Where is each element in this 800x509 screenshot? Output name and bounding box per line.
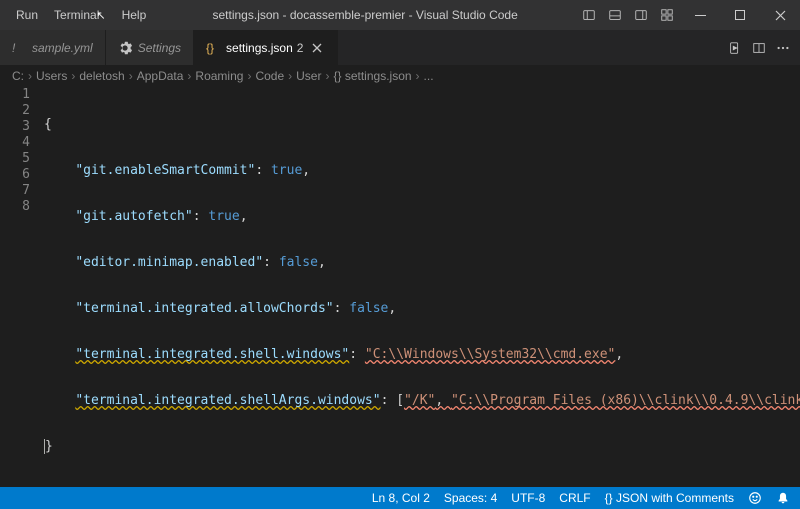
line-number-gutter: 1 2 3 4 5 6 7 8 (0, 87, 44, 487)
json-key: "terminal.integrated.shellArgs.windows" (75, 393, 380, 408)
window-maximize-button[interactable] (720, 0, 760, 30)
statusbar: Ln 8, Col 2 Spaces: 4 UTF-8 CRLF {} JSON… (0, 487, 800, 509)
menu-terminal-label: Terminal (54, 8, 99, 22)
menu-terminal[interactable]: Terminal↖ (46, 4, 114, 26)
layout-panel-right-icon[interactable] (628, 0, 654, 30)
line-number: 3 (0, 119, 30, 135)
status-encoding[interactable]: UTF-8 (504, 487, 552, 509)
line-number: 4 (0, 135, 30, 151)
chevron-right-icon: › (187, 69, 191, 83)
breadcrumb-item[interactable]: AppData (137, 69, 184, 83)
breadcrumb-item[interactable]: ... (424, 69, 434, 83)
window-close-button[interactable] (760, 0, 800, 30)
titlebar-controls (576, 0, 800, 30)
json-value: "C:\\Program Files (x86)\\clink\\0.4.9\\… (451, 393, 800, 408)
tab-settings-ui[interactable]: Settings (106, 30, 194, 65)
json-key: "editor.minimap.enabled" (75, 255, 263, 270)
chevron-right-icon: › (288, 69, 292, 83)
window-minimize-button[interactable] (680, 0, 720, 30)
breadcrumb-item[interactable]: Roaming (195, 69, 243, 83)
window-title: settings.json - docassemble-premier - Vi… (154, 8, 576, 22)
line-number: 7 (0, 183, 30, 199)
menu-run[interactable]: Run (8, 4, 46, 26)
menu-help[interactable]: Help (114, 4, 155, 26)
line-number: 5 (0, 151, 30, 167)
gear-icon (118, 41, 132, 55)
line-number: 1 (0, 87, 30, 103)
json-value: "C:\\Windows\\System32\\cmd.exe" (365, 347, 615, 362)
brace: } (44, 439, 53, 454)
status-feedback-icon[interactable] (741, 487, 769, 509)
tab-sample-yml[interactable]: ! sample.yml (0, 30, 106, 65)
yaml-file-icon: ! (12, 41, 26, 55)
code-editor[interactable]: 1 2 3 4 5 6 7 8 { "git.enableSmartCommit… (0, 87, 800, 487)
close-icon[interactable] (309, 40, 325, 56)
code-content[interactable]: { "git.enableSmartCommit": true, "git.au… (44, 87, 800, 487)
tab-label: settings.json (226, 41, 293, 55)
json-value: false (279, 255, 318, 270)
tab-settings-json[interactable]: {} settings.json 2 (194, 30, 338, 65)
customize-layout-icon[interactable] (654, 0, 680, 30)
line-number: 8 (0, 199, 30, 215)
run-file-icon[interactable] (724, 37, 746, 59)
more-actions-icon[interactable] (772, 37, 794, 59)
tabs-bar: ! sample.yml Settings {} settings.json 2 (0, 30, 800, 65)
breadcrumbs: C:› Users› deletosh› AppData› Roaming› C… (0, 65, 800, 87)
breadcrumb-item[interactable]: deletosh (79, 69, 124, 83)
tab-label: Settings (138, 41, 181, 55)
json-value: true (271, 163, 302, 178)
json-key: "terminal.integrated.allowChords" (75, 301, 333, 316)
chevron-right-icon: › (325, 69, 329, 83)
json-key: "git.autofetch" (75, 209, 192, 224)
split-editor-icon[interactable] (748, 37, 770, 59)
status-language-mode[interactable]: {} JSON with Comments (598, 487, 741, 509)
tab-problems-badge: 2 (297, 41, 304, 55)
line-number: 6 (0, 167, 30, 183)
titlebar: Run Terminal↖ Help settings.json - docas… (0, 0, 800, 30)
json-file-icon: {} (206, 41, 220, 55)
breadcrumb-item[interactable]: User (296, 69, 321, 83)
line-number: 2 (0, 103, 30, 119)
breadcrumb-item[interactable]: {} settings.json (333, 69, 411, 83)
menu-bar: Run Terminal↖ Help (0, 4, 154, 26)
chevron-right-icon: › (28, 69, 32, 83)
breadcrumb-item[interactable]: C: (12, 69, 24, 83)
json-value: true (208, 209, 239, 224)
json-key: "terminal.integrated.shell.windows" (75, 347, 349, 362)
brace: { (44, 117, 52, 132)
tab-actions (724, 30, 800, 65)
layout-panel-bottom-icon[interactable] (602, 0, 628, 30)
chevron-right-icon: › (416, 69, 420, 83)
chevron-right-icon: › (247, 69, 251, 83)
breadcrumb-item[interactable]: Code (255, 69, 284, 83)
json-value: false (349, 301, 388, 316)
chevron-right-icon: › (71, 69, 75, 83)
status-notifications-icon[interactable] (769, 487, 800, 509)
mouse-cursor-icon: ↖ (96, 10, 105, 22)
chevron-right-icon: › (129, 69, 133, 83)
status-eol[interactable]: CRLF (552, 487, 597, 509)
json-value: "/K" (404, 393, 435, 408)
status-cursor-position[interactable]: Ln 8, Col 2 (365, 487, 437, 509)
tab-label: sample.yml (32, 41, 93, 55)
status-indentation[interactable]: Spaces: 4 (437, 487, 504, 509)
json-key: "git.enableSmartCommit" (75, 163, 255, 178)
breadcrumb-item[interactable]: Users (36, 69, 67, 83)
layout-panel-left-icon[interactable] (576, 0, 602, 30)
